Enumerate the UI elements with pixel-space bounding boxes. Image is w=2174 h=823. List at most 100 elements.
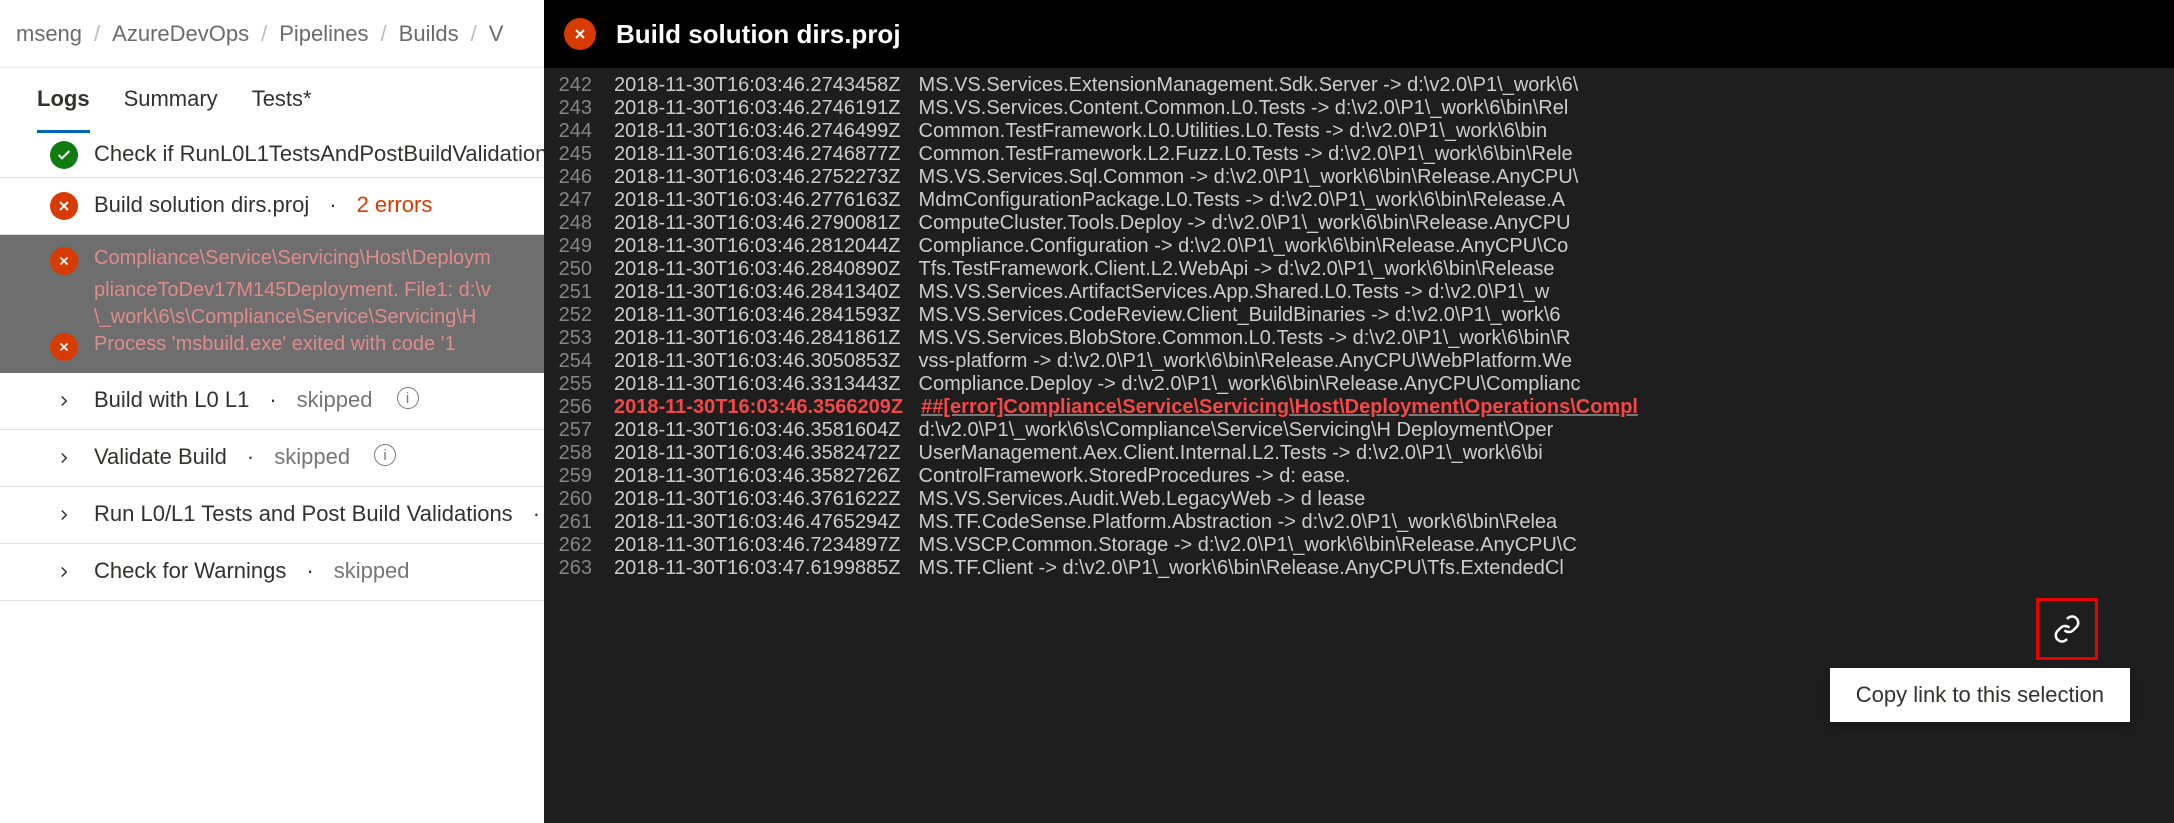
log-timestamp: 2018-11-30T16:03:46.2746877Z (614, 143, 919, 166)
breadcrumb-sep: / (261, 21, 267, 47)
log-line[interactable]: 2582018-11-30T16:03:46.3582472ZUserManag… (544, 442, 2174, 465)
log-line[interactable]: 2622018-11-30T16:03:46.7234897ZMS.VSCP.C… (544, 534, 2174, 557)
log-text: MS.VS.Services.ExtensionManagement.Sdk.S… (919, 74, 1579, 97)
line-number: 258 (552, 442, 614, 465)
step-row-failed[interactable]: Build solution dirs.proj · 2 errors (0, 178, 544, 235)
breadcrumb-item[interactable]: Pipelines (279, 21, 368, 47)
log-text: MS.VS.Services.Audit.Web.LegacyWeb -> d … (919, 488, 1366, 511)
log-line[interactable]: 2552018-11-30T16:03:46.3313443ZComplianc… (544, 373, 2174, 396)
line-number: 259 (552, 465, 614, 488)
log-text: MS.VS.Services.CodeReview.Client_BuildBi… (919, 304, 1561, 327)
breadcrumb-item[interactable]: Builds (399, 21, 459, 47)
breadcrumb-sep: / (381, 21, 387, 47)
log-timestamp: 2018-11-30T16:03:46.3761622Z (614, 488, 919, 511)
log-text: Tfs.TestFramework.Client.L2.WebApi -> d:… (919, 258, 1555, 281)
log-timestamp: 2018-11-30T16:03:46.7234897Z (614, 534, 919, 557)
log-text: MS.TF.Client -> d:\v2.0\P1\_work\6\bin\R… (919, 557, 1564, 580)
tab-tests[interactable]: Tests* (252, 86, 312, 133)
error-icon (50, 333, 78, 361)
log-line[interactable]: 2432018-11-30T16:03:46.2746191ZMS.VS.Ser… (544, 97, 2174, 120)
log-text: Common.TestFramework.L2.Fuzz.L0.Tests ->… (919, 143, 1573, 166)
log-line[interactable]: 2482018-11-30T16:03:46.2790081ZComputeCl… (544, 212, 2174, 235)
breadcrumb-item[interactable]: V (489, 21, 504, 47)
step-name: Check if RunL0L1TestsAndPostBuildValidat… (94, 141, 544, 167)
error-msg: Process 'msbuild.exe' exited with code '… (94, 333, 456, 356)
line-number: 260 (552, 488, 614, 511)
chevron-right-icon (50, 387, 78, 415)
log-line[interactable]: 2612018-11-30T16:03:46.4765294ZMS.TF.Cod… (544, 511, 2174, 534)
step-row[interactable]: Check if RunL0L1TestsAndPostBuildValidat… (0, 133, 544, 178)
log-line[interactable]: 2502018-11-30T16:03:46.2840890ZTfs.TestF… (544, 258, 2174, 281)
log-line[interactable]: 2522018-11-30T16:03:46.2841593ZMS.VS.Ser… (544, 304, 2174, 327)
step-status: skipped (297, 387, 373, 413)
breadcrumb-item[interactable]: mseng (16, 21, 82, 47)
step-row[interactable]: Validate Build·skippedi (0, 430, 544, 487)
log-text: Compliance.Configuration -> d:\v2.0\P1\_… (919, 235, 1569, 258)
log-line[interactable]: 2602018-11-30T16:03:46.3761622ZMS.VS.Ser… (544, 488, 2174, 511)
log-line[interactable]: 2532018-11-30T16:03:46.2841861ZMS.VS.Ser… (544, 327, 2174, 350)
log-line[interactable]: 2422018-11-30T16:03:46.2743458ZMS.VS.Ser… (544, 74, 2174, 97)
step-row[interactable]: Check for Warnings·skipped (0, 544, 544, 601)
log-timestamp: 2018-11-30T16:03:46.2776163Z (614, 189, 919, 212)
log-text: ControlFramework.StoredProcedures -> d: … (919, 465, 1351, 488)
log-text: MS.VS.Services.Sql.Common -> d:\v2.0\P1\… (919, 166, 1579, 189)
step-name: Build solution dirs.proj (94, 192, 309, 218)
log-line[interactable]: 2542018-11-30T16:03:46.3050853Zvss-platf… (544, 350, 2174, 373)
errors-block[interactable]: Compliance\Service\Servicing\Host\Deploy… (0, 235, 544, 373)
log-timestamp: 2018-11-30T16:03:46.2841593Z (614, 304, 919, 327)
line-number: 246 (552, 166, 614, 189)
log-line[interactable]: 2492018-11-30T16:03:46.2812044ZComplianc… (544, 235, 2174, 258)
line-number: 254 (552, 350, 614, 373)
line-number: 262 (552, 534, 614, 557)
log-line[interactable]: 2452018-11-30T16:03:46.2746877ZCommon.Te… (544, 143, 2174, 166)
log-timestamp: 2018-11-30T16:03:46.2790081Z (614, 212, 919, 235)
info-icon[interactable]: i (397, 387, 419, 409)
line-number: 244 (552, 120, 614, 143)
copy-link-button[interactable] (2036, 598, 2098, 660)
log-line[interactable]: 2632018-11-30T16:03:47.6199885ZMS.TF.Cli… (544, 557, 2174, 580)
log-text: Common.TestFramework.L0.Utilities.L0.Tes… (919, 120, 1548, 143)
chevron-right-icon (50, 444, 78, 472)
log-line[interactable]: 2462018-11-30T16:03:46.2752273ZMS.VS.Ser… (544, 166, 2174, 189)
log-text: MS.VS.Services.BlobStore.Common.L0.Tests… (919, 327, 1571, 350)
log-text: UserManagement.Aex.Client.Internal.L2.Te… (919, 442, 1543, 465)
line-number: 247 (552, 189, 614, 212)
log-line[interactable]: 2572018-11-30T16:03:46.3581604Zd:\v2.0\P… (544, 419, 2174, 442)
chevron-right-icon (50, 501, 78, 529)
left-pane: mseng / AzureDevOps / Pipelines / Builds… (0, 0, 544, 823)
log-title: Build solution dirs.proj (616, 19, 901, 50)
tooltip: Copy link to this selection (1830, 668, 2130, 722)
log-timestamp: 2018-11-30T16:03:47.6199885Z (614, 557, 919, 580)
error-msg: plianceToDev17M145Deployment. File1: d:\… (94, 279, 491, 302)
line-number: 256 (552, 396, 614, 419)
log-line[interactable]: 2562018-11-30T16:03:46.3566209Z##[error]… (544, 396, 2174, 419)
log-line[interactable]: 2472018-11-30T16:03:46.2776163ZMdmConfig… (544, 189, 2174, 212)
log-timestamp: 2018-11-30T16:03:46.4765294Z (614, 511, 919, 534)
tab-logs[interactable]: Logs (37, 86, 90, 133)
line-number: 250 (552, 258, 614, 281)
log-text: d:\v2.0\P1\_work\6\s\Compliance\Service\… (919, 419, 1554, 442)
error-icon (50, 247, 78, 275)
log-line[interactable]: 2512018-11-30T16:03:46.2841340ZMS.VS.Ser… (544, 281, 2174, 304)
step-row[interactable]: Run L0/L1 Tests and Post Build Validatio… (0, 487, 544, 544)
log-text: Compliance.Deploy -> d:\v2.0\P1\_work\6\… (919, 373, 1581, 396)
log-line[interactable]: 2592018-11-30T16:03:46.3582726ZControlFr… (544, 465, 2174, 488)
log-line[interactable]: 2442018-11-30T16:03:46.2746499ZCommon.Te… (544, 120, 2174, 143)
line-number: 248 (552, 212, 614, 235)
info-icon[interactable]: i (374, 444, 396, 466)
log-timestamp: 2018-11-30T16:03:46.2743458Z (614, 74, 919, 97)
tab-summary[interactable]: Summary (124, 86, 218, 133)
error-icon (50, 192, 78, 220)
step-name: Validate Build (94, 444, 227, 470)
check-icon (50, 141, 78, 169)
log-timestamp: 2018-11-30T16:03:46.3582726Z (614, 465, 919, 488)
breadcrumb-item[interactable]: AzureDevOps (112, 21, 249, 47)
step-name: Check for Warnings (94, 558, 286, 584)
log-timestamp: 2018-11-30T16:03:46.3581604Z (614, 419, 919, 442)
log-timestamp: 2018-11-30T16:03:46.3582472Z (614, 442, 919, 465)
error-msg: \_work\6\s\Compliance\Service\Servicing\… (94, 306, 476, 329)
step-row[interactable]: Build with L0 L1·skippedi (0, 373, 544, 430)
breadcrumb-sep: / (94, 21, 100, 47)
log-text: MdmConfigurationPackage.L0.Tests -> d:\v… (919, 189, 1565, 212)
line-number: 253 (552, 327, 614, 350)
